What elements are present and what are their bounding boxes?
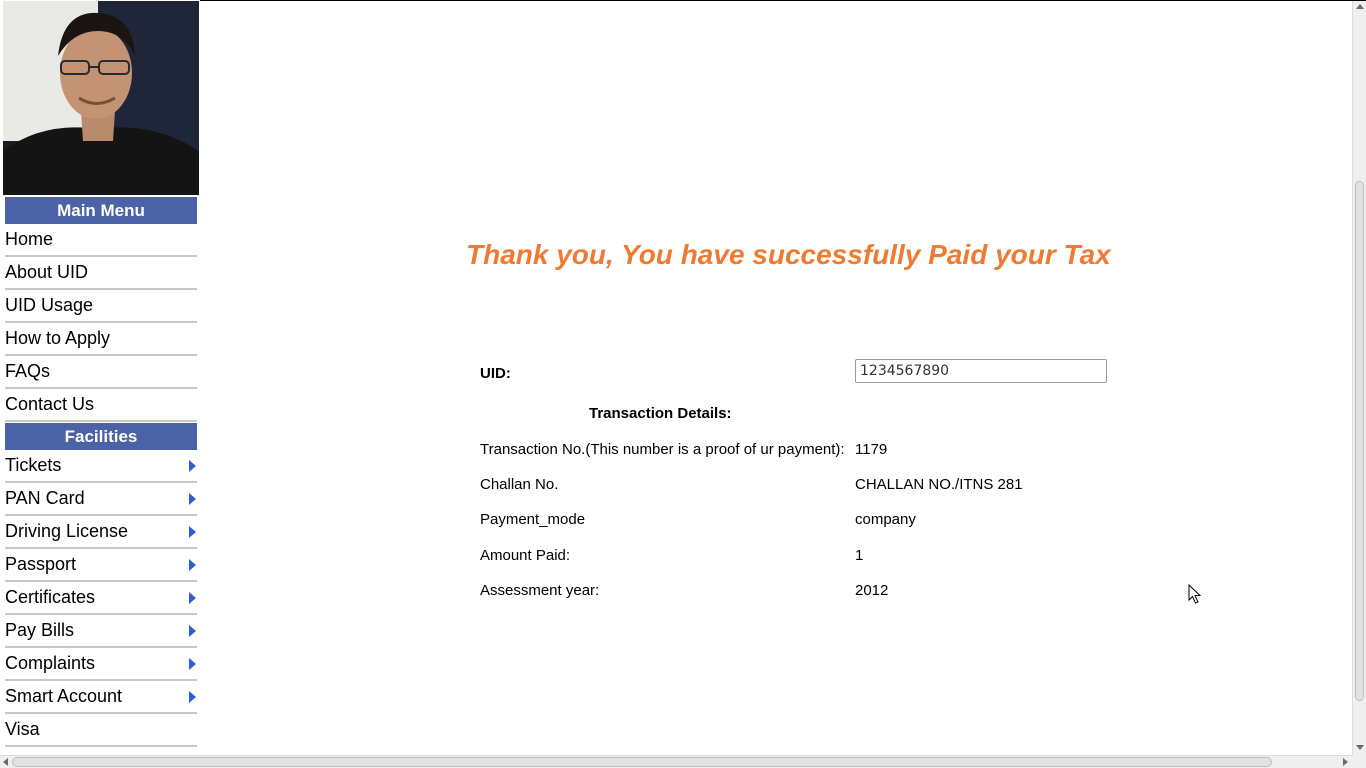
main-menu: Main Menu Home About UID UID Usage How t… xyxy=(5,197,197,747)
submenu-arrow-icon xyxy=(189,526,196,538)
menu-item-label: About UID xyxy=(5,262,89,282)
success-message: Thank you, You have successfully Paid yo… xyxy=(466,239,1111,270)
transaction-no-value: 1179 xyxy=(855,441,888,458)
transaction-details-heading: Transaction Details: xyxy=(589,405,732,422)
assessment-year-value: 2012 xyxy=(855,582,889,599)
menu-item-label: PAN Card xyxy=(5,488,85,508)
menu-item-how-to-apply[interactable]: How to Apply xyxy=(5,323,197,356)
menu-item-label: FAQs xyxy=(5,361,51,381)
submenu-arrow-icon xyxy=(189,691,196,703)
menu-item-contact-us[interactable]: Contact Us xyxy=(5,389,197,422)
menu-item-label: How to Apply xyxy=(5,328,111,348)
submenu-arrow-icon xyxy=(189,559,196,571)
menu-item-certificates[interactable]: Certificates xyxy=(5,582,197,615)
submenu-arrow-icon xyxy=(189,592,196,604)
transaction-no-label: Transaction No.(This number is a proof o… xyxy=(480,441,845,458)
sidebar: Main Menu Home About UID UID Usage How t… xyxy=(0,0,200,755)
vertical-scroll-thumb[interactable] xyxy=(1355,181,1364,701)
menu-item-label: Contact Us xyxy=(5,394,95,414)
amount-paid-label: Amount Paid: xyxy=(480,547,571,564)
menu-item-faqs[interactable]: FAQs xyxy=(5,356,197,389)
menu-item-visa[interactable]: Visa xyxy=(5,714,197,747)
menu-item-label: UID Usage xyxy=(5,295,94,315)
uid-input[interactable] xyxy=(855,359,1107,383)
challan-no-value: CHALLAN NO./ITNS 281 xyxy=(855,476,1023,493)
menu-item-label: Certificates xyxy=(5,587,96,607)
vertical-scrollbar[interactable] xyxy=(1352,1,1366,755)
horizontal-scrollbar[interactable] xyxy=(0,755,1352,768)
submenu-arrow-icon xyxy=(189,625,196,637)
scroll-down-arrow-icon[interactable] xyxy=(1356,745,1364,750)
scroll-right-arrow-icon[interactable] xyxy=(1343,758,1348,766)
menu-item-label: Pay Bills xyxy=(5,620,75,640)
menu-item-label: Home xyxy=(5,229,54,249)
payment-mode-value: company xyxy=(855,511,916,528)
menu-item-about-uid[interactable]: About UID xyxy=(5,257,197,290)
facilities-header: Facilities xyxy=(5,423,197,450)
mouse-cursor-icon xyxy=(1188,583,1202,609)
assessment-year-label: Assessment year: xyxy=(480,582,600,599)
menu-item-pay-bills[interactable]: Pay Bills xyxy=(5,615,197,648)
menu-item-label: Complaints xyxy=(5,653,96,673)
scroll-left-arrow-icon[interactable] xyxy=(3,758,8,766)
menu-item-home[interactable]: Home xyxy=(5,224,197,257)
amount-paid-value: 1 xyxy=(855,547,864,564)
menu-item-pan-card[interactable]: PAN Card xyxy=(5,483,197,516)
main-menu-header: Main Menu xyxy=(5,197,197,224)
payment-mode-label: Payment_mode xyxy=(480,511,586,528)
submenu-arrow-icon xyxy=(189,493,196,505)
main-content: Thank you, You have successfully Paid yo… xyxy=(200,1,1352,755)
challan-no-label: Challan No. xyxy=(480,476,559,493)
scroll-up-arrow-icon[interactable] xyxy=(1356,4,1364,9)
menu-item-driving-license[interactable]: Driving License xyxy=(5,516,197,549)
menu-item-label: Smart Account xyxy=(5,686,123,706)
profile-photo xyxy=(3,1,199,195)
menu-item-complaints[interactable]: Complaints xyxy=(5,648,197,681)
menu-item-smart-account[interactable]: Smart Account xyxy=(5,681,197,714)
menu-item-label: Passport xyxy=(5,554,77,574)
scrollbar-corner xyxy=(1352,755,1366,768)
uid-label: UID: xyxy=(480,365,511,382)
menu-item-label: Tickets xyxy=(5,455,62,475)
submenu-arrow-icon xyxy=(189,460,196,472)
menu-item-passport[interactable]: Passport xyxy=(5,549,197,582)
submenu-arrow-icon xyxy=(189,658,196,670)
menu-item-tickets[interactable]: Tickets xyxy=(5,450,197,483)
menu-item-label: Driving License xyxy=(5,521,129,541)
menu-item-label: Visa xyxy=(5,719,40,739)
menu-item-uid-usage[interactable]: UID Usage xyxy=(5,290,197,323)
horizontal-scroll-thumb[interactable] xyxy=(12,757,1272,767)
